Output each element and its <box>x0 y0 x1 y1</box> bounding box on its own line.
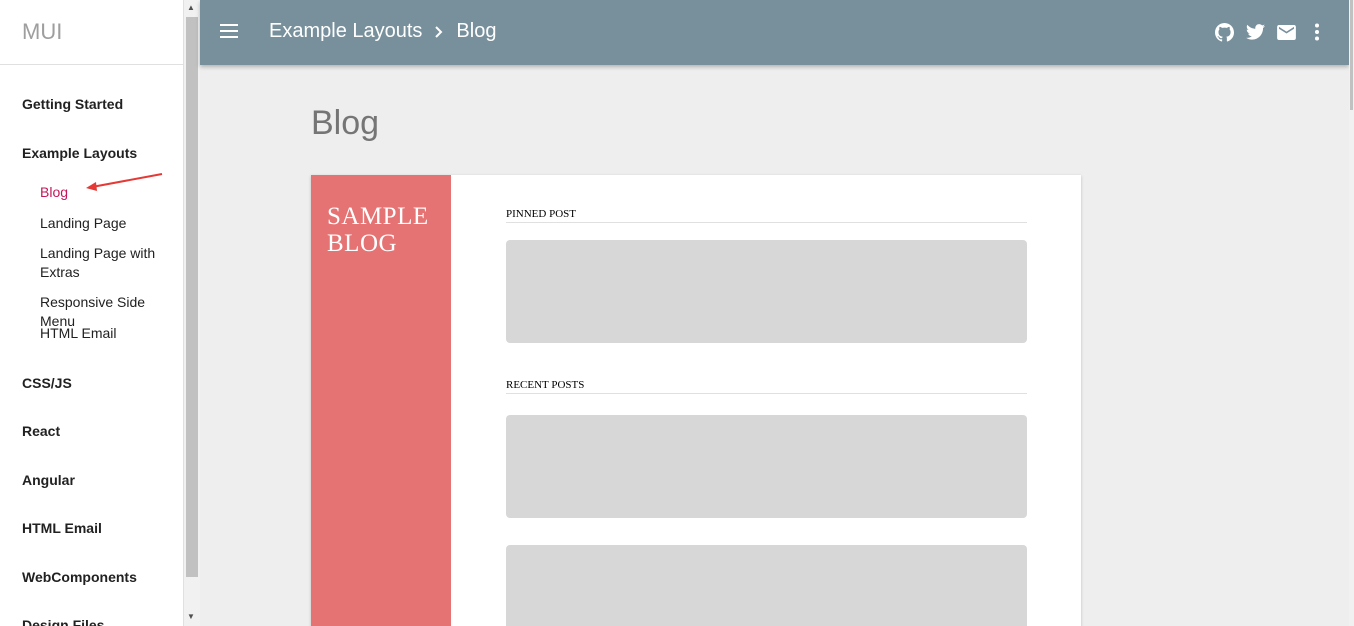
sidebar-item-react[interactable]: React <box>22 423 60 439</box>
sidebar-item-design-files[interactable]: Design Files <box>22 617 104 626</box>
page-scrollbar[interactable] <box>1349 0 1354 626</box>
email-icon[interactable] <box>1276 22 1296 42</box>
sidebar-item-landing-page-extras[interactable]: Landing Page with Extras <box>40 244 180 282</box>
annotation-arrow <box>86 173 163 191</box>
sidebar-item-angular[interactable]: Angular <box>22 472 75 488</box>
blog-title: SAMPLE BLOG <box>327 203 429 257</box>
sidebar-item-html-email[interactable]: HTML Email <box>22 520 102 536</box>
brand-logo[interactable]: MUI <box>0 0 183 65</box>
pinned-post-label: PINNED POST <box>506 208 1027 223</box>
page-scroll-thumb[interactable] <box>1350 0 1353 110</box>
breadcrumb: Example Layouts Blog <box>269 20 496 43</box>
page-title: Blog <box>311 104 380 142</box>
app-bar: Example Layouts Blog <box>200 0 1349 65</box>
sidebar-item-example-layouts[interactable]: Example Layouts <box>22 145 137 161</box>
recent-post-placeholder <box>506 415 1027 518</box>
sidebar-item-landing-page[interactable]: Landing Page <box>40 214 180 233</box>
blog-sidebar: SAMPLE BLOG <box>311 175 451 626</box>
scroll-up-icon[interactable]: ▲ <box>187 3 195 12</box>
scroll-down-icon[interactable]: ▼ <box>187 612 195 621</box>
recent-posts-label: RECENT POSTS <box>506 379 1027 394</box>
blog-preview-card: SAMPLE BLOG PINNED POST RECENT POSTS <box>311 175 1081 626</box>
twitter-icon[interactable] <box>1245 22 1265 42</box>
sidebar-scrollbar[interactable]: ▲ ▼ <box>184 0 200 626</box>
breadcrumb-blog: Blog <box>456 20 497 42</box>
more-vert-icon[interactable] <box>1307 22 1327 42</box>
appbar-icons <box>1214 22 1327 42</box>
sidebar: MUI Getting Started Example Layouts Blog… <box>0 0 184 626</box>
menu-icon[interactable] <box>220 24 238 38</box>
github-icon[interactable] <box>1214 22 1234 42</box>
pinned-post-placeholder <box>506 240 1027 343</box>
sidebar-item-html-email-layout[interactable]: HTML Email <box>40 324 180 343</box>
sidebar-item-webcomponents[interactable]: WebComponents <box>22 569 137 585</box>
sidebar-item-css-js[interactable]: CSS/JS <box>22 375 72 391</box>
breadcrumb-example-layouts[interactable]: Example Layouts <box>269 20 422 43</box>
chevron-right-icon <box>435 25 443 38</box>
sidebar-scroll-thumb[interactable] <box>186 17 198 577</box>
recent-post-placeholder <box>506 545 1027 626</box>
sidebar-item-getting-started[interactable]: Getting Started <box>22 96 123 112</box>
